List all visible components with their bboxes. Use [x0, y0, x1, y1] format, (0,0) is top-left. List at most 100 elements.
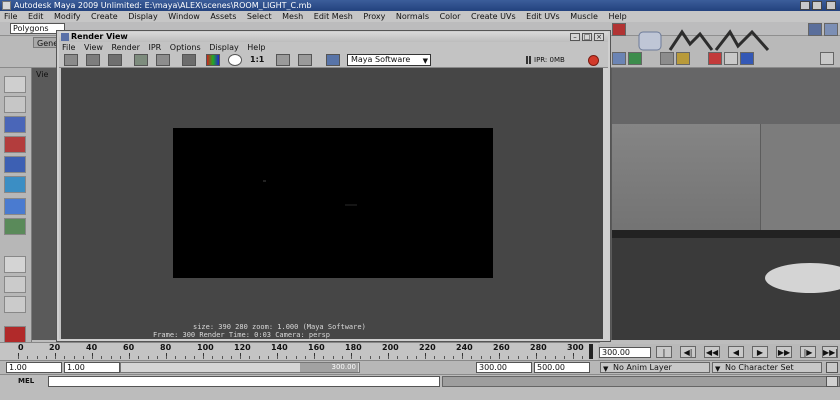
stop-ipr-icon[interactable] — [588, 55, 599, 66]
snap-icon[interactable] — [612, 23, 626, 36]
render-view-minimize-button[interactable]: – — [570, 33, 580, 41]
move-tool-icon[interactable] — [4, 136, 26, 153]
time-minor-tick — [342, 356, 343, 359]
menu-select[interactable]: Select — [247, 12, 272, 21]
current-frame-field[interactable]: 300.00 — [599, 347, 651, 358]
end-time-field[interactable]: 500.00 — [534, 362, 590, 373]
pause-ipr-icon[interactable] — [526, 56, 531, 64]
menu-display[interactable]: Display — [128, 12, 158, 21]
watermark-logo — [638, 29, 770, 51]
play-forward-button[interactable]: ▶ — [752, 346, 768, 358]
menu-edit-mesh[interactable]: Edit Mesh — [314, 12, 353, 21]
layout-four-icon[interactable] — [4, 276, 26, 293]
time-minor-tick — [27, 356, 28, 359]
lasso-tool-icon[interactable] — [4, 96, 26, 113]
keep-image-icon[interactable] — [276, 54, 290, 66]
ipr-icon[interactable] — [824, 23, 838, 36]
step-back-frame-button[interactable]: ◀◀ — [704, 346, 720, 358]
scale-tool-icon[interactable] — [4, 176, 26, 193]
paint-select-icon[interactable] — [4, 116, 26, 133]
manipulator-icon[interactable] — [4, 198, 26, 215]
start-time-field[interactable]: 1.00 — [6, 362, 62, 373]
rv-menu-render[interactable]: Render — [111, 43, 139, 52]
time-minor-tick — [490, 356, 491, 359]
mel-label[interactable]: MEL — [18, 377, 34, 385]
time-minor-tick — [185, 356, 186, 359]
alpha-channel-icon[interactable] — [228, 54, 242, 66]
rv-menu-file[interactable]: File — [62, 43, 75, 52]
menu-muscle[interactable]: Muscle — [570, 12, 598, 21]
render-view-close-button[interactable]: × — [594, 33, 604, 41]
menu-edit-uvs[interactable]: Edit UVs — [526, 12, 560, 21]
menu-modify[interactable]: Modify — [54, 12, 81, 21]
menu-create[interactable]: Create — [91, 12, 118, 21]
time-minor-tick — [555, 356, 556, 359]
menu-mesh[interactable]: Mesh — [282, 12, 303, 21]
range-slider-handle[interactable]: 300.00 — [300, 363, 358, 372]
rgb-channels-icon[interactable] — [206, 54, 220, 66]
render-view-scrollbar[interactable] — [603, 68, 608, 339]
rv-menu-view[interactable]: View — [84, 43, 103, 52]
time-minor-tick — [166, 356, 167, 359]
menu-color[interactable]: Color — [440, 12, 461, 21]
rotate-tool-icon[interactable] — [4, 156, 26, 173]
menu-create-uvs[interactable]: Create UVs — [471, 12, 516, 21]
rv-menu-display[interactable]: Display — [209, 43, 239, 52]
time-minor-tick — [222, 356, 223, 359]
step-back-key-button[interactable]: ◀| — [680, 346, 696, 358]
go-to-end-button[interactable]: ▶▶| — [822, 346, 838, 358]
anim-layer-dropdown[interactable]: ▼ No Anim Layer — [600, 362, 710, 373]
auto-key-icon[interactable] — [826, 362, 838, 373]
playback-end-field[interactable]: 300.00 — [476, 362, 532, 373]
outliner-layout-icon[interactable] — [4, 326, 26, 343]
camera-icon[interactable] — [326, 54, 340, 66]
menu-assets[interactable]: Assets — [210, 12, 236, 21]
menu-edit[interactable]: Edit — [28, 12, 44, 21]
tile-render-icon[interactable] — [182, 54, 196, 66]
time-tick-label: 160 — [308, 343, 325, 352]
layout-single-icon[interactable] — [4, 256, 26, 273]
script-editor-icon[interactable] — [826, 376, 838, 387]
time-minor-tick — [268, 356, 269, 359]
window-close-button[interactable] — [826, 1, 836, 10]
character-set-dropdown[interactable]: ▼ No Character Set — [712, 362, 822, 373]
render-view-maximize-button[interactable]: □ — [582, 33, 592, 41]
snapshot-icon[interactable] — [108, 54, 122, 66]
rv-menu-options[interactable]: Options — [170, 43, 201, 52]
window-minimize-button[interactable] — [800, 1, 810, 10]
shelf-tool-icon[interactable] — [612, 52, 626, 65]
layout-side-icon[interactable] — [4, 296, 26, 313]
render-region-icon[interactable] — [86, 54, 100, 66]
menu-file[interactable]: File — [4, 12, 17, 21]
time-minor-tick — [416, 356, 417, 359]
time-minor-tick — [46, 356, 47, 359]
time-tick-label: 260 — [493, 343, 510, 352]
step-forward-key-button[interactable]: |▶ — [800, 346, 816, 358]
menu-proxy[interactable]: Proxy — [363, 12, 385, 21]
rv-menu-help[interactable]: Help — [247, 43, 265, 52]
step-forward-frame-button[interactable]: ▶▶ — [776, 346, 792, 358]
main-menubar: File Edit Modify Create Display Window A… — [0, 11, 840, 22]
time-minor-tick — [314, 356, 315, 359]
playback-start-field[interactable]: 1.00 — [64, 362, 120, 373]
refresh-ipr-icon[interactable] — [156, 54, 170, 66]
render-icon[interactable] — [808, 23, 822, 36]
ratio-button[interactable]: 1:1 — [250, 55, 264, 64]
render-view-app-icon — [61, 33, 69, 41]
window-maximize-button[interactable] — [812, 1, 822, 10]
menu-window[interactable]: Window — [168, 12, 200, 21]
remove-image-icon[interactable] — [298, 54, 312, 66]
play-backward-button[interactable]: ◀ — [728, 346, 744, 358]
ipr-render-icon[interactable] — [134, 54, 148, 66]
menu-normals[interactable]: Normals — [396, 12, 429, 21]
select-tool-icon[interactable] — [4, 76, 26, 93]
shelf-tool-icon[interactable] — [820, 52, 834, 65]
rv-menu-ipr[interactable]: IPR — [149, 43, 162, 52]
time-minor-tick — [481, 356, 482, 359]
command-input[interactable] — [48, 376, 440, 387]
redo-render-icon[interactable] — [64, 54, 78, 66]
renderer-dropdown[interactable]: Maya Software ▼ — [347, 54, 431, 66]
last-tool-icon[interactable] — [4, 218, 26, 235]
menu-help[interactable]: Help — [608, 12, 626, 21]
go-to-start-button[interactable]: |◀◀ — [656, 346, 672, 368]
